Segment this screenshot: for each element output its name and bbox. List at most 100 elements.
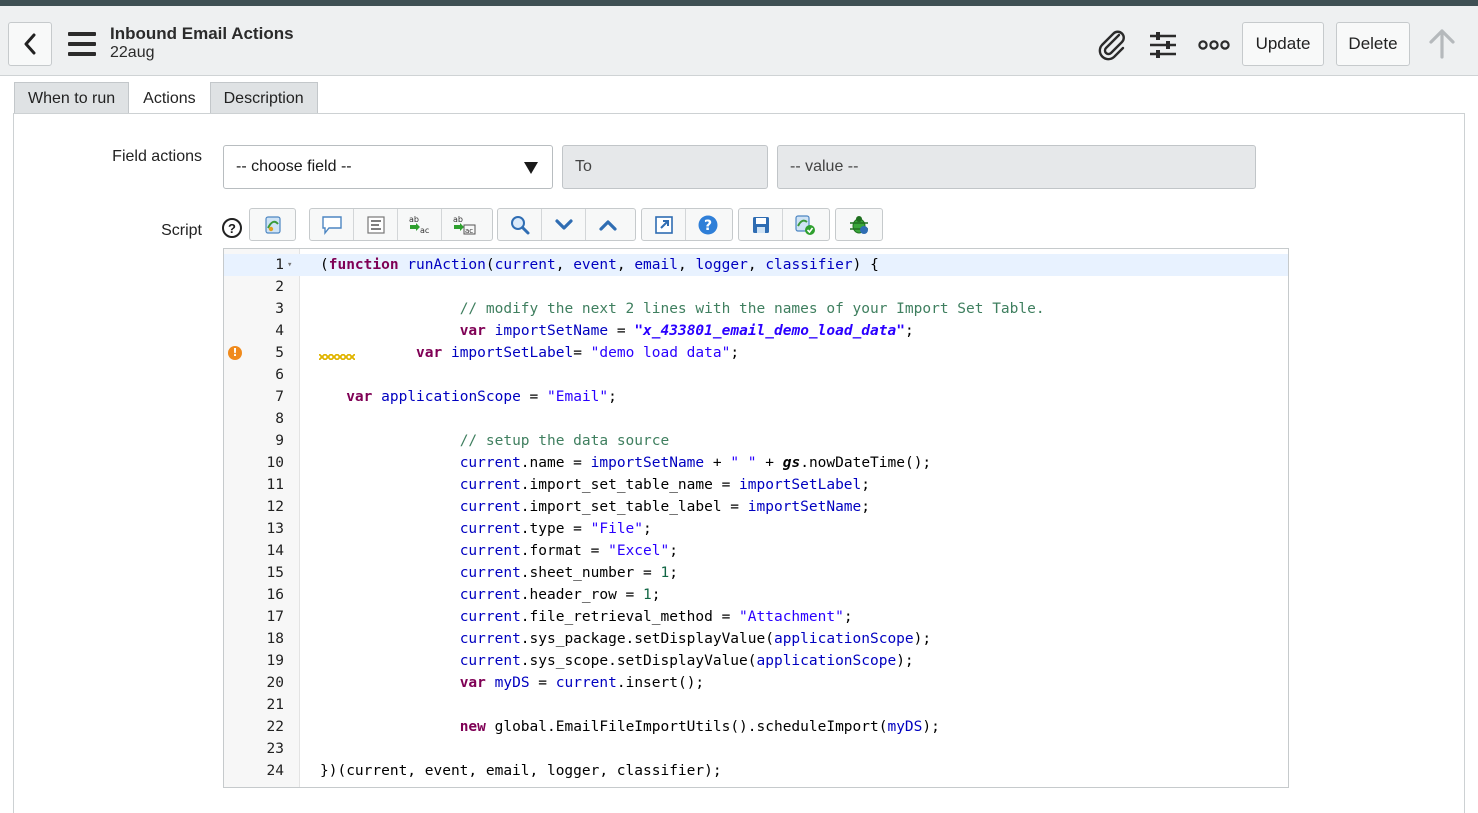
line-number: 24 bbox=[266, 763, 284, 779]
code-line[interactable]: 9 // setup the data source bbox=[224, 430, 1288, 452]
tab-actions[interactable]: Actions bbox=[129, 82, 210, 114]
code-text: (function runAction(current, event, emai… bbox=[320, 257, 879, 273]
toolbar-group-view: ? bbox=[641, 208, 733, 241]
code-text: current.file_retrieval_method = "Attachm… bbox=[459, 609, 853, 625]
line-number: 9 bbox=[275, 433, 284, 449]
update-button[interactable]: Update bbox=[1242, 22, 1324, 66]
code-text: // modify the next 2 lines with the name… bbox=[459, 301, 1045, 317]
code-line[interactable]: 11 current.import_set_table_name = impor… bbox=[224, 474, 1288, 496]
code-line[interactable]: ! 5 var importSetLabel= "demo load data"; bbox=[224, 342, 1288, 364]
svg-text:ac: ac bbox=[465, 227, 473, 235]
line-number: 10 bbox=[266, 455, 284, 471]
code-line[interactable]: 24 })(current, event, email, logger, clas… bbox=[224, 760, 1288, 782]
code-text: var importSetName = "x_433801_email_demo… bbox=[459, 323, 914, 339]
script-include-icon[interactable] bbox=[250, 209, 295, 240]
line-number: 5 bbox=[275, 345, 284, 361]
code-line[interactable]: 2 bbox=[224, 276, 1288, 298]
record-title: Inbound Email Actions bbox=[110, 24, 294, 43]
code-line[interactable]: 3 // modify the next 2 lines with the na… bbox=[224, 298, 1288, 320]
code-text: var myDS = current.insert(); bbox=[459, 675, 705, 691]
code-line[interactable]: 1 ▾ (function runAction(current, event, em… bbox=[224, 254, 1288, 276]
code-line[interactable]: 23 bbox=[224, 738, 1288, 760]
code-line[interactable]: 16 current.header_row = 1; bbox=[224, 584, 1288, 606]
fullscreen-icon[interactable] bbox=[642, 209, 686, 240]
code-line[interactable]: 20 var myDS = current.insert(); bbox=[224, 672, 1288, 694]
find-previous-icon[interactable] bbox=[586, 209, 630, 240]
code-line[interactable]: 6 bbox=[224, 364, 1288, 386]
format-code-icon[interactable] bbox=[354, 209, 398, 240]
code-line[interactable]: 10 current.name = importSetName + " " + … bbox=[224, 452, 1288, 474]
code-line[interactable]: 12 current.import_set_table_label = impo… bbox=[224, 496, 1288, 518]
code-text: current.import_set_table_name = importSe… bbox=[459, 477, 870, 493]
menu-icon[interactable] bbox=[68, 32, 96, 56]
code-line[interactable]: 13 current.type = "File"; bbox=[224, 518, 1288, 540]
code-line[interactable]: 4 var importSetName = "x_433801_email_de… bbox=[224, 320, 1288, 342]
line-number: 4 bbox=[275, 323, 284, 339]
code-line[interactable]: 15 current.sheet_number = 1; bbox=[224, 562, 1288, 584]
toolbar-group-edit: ab ac ab ac bbox=[309, 208, 493, 241]
code-text: var importSetLabel= "demo load data"; bbox=[416, 345, 740, 361]
fold-arrow-icon[interactable]: ▾ bbox=[287, 254, 292, 276]
script-editor[interactable]: 1 ▾ (function runAction(current, event, em… bbox=[223, 248, 1289, 788]
replace-icon[interactable]: ab ac bbox=[398, 209, 442, 240]
line-number: 19 bbox=[266, 653, 284, 669]
code-text: current.type = "File"; bbox=[459, 521, 652, 537]
code-line[interactable]: 21 bbox=[224, 694, 1288, 716]
replace-all-icon[interactable]: ab ac bbox=[442, 209, 486, 240]
back-button[interactable] bbox=[8, 22, 52, 66]
line-number: 3 bbox=[275, 301, 284, 317]
to-field: To bbox=[562, 145, 768, 189]
dropdown-arrow-icon bbox=[524, 162, 538, 174]
form-header: Inbound Email Actions 22aug Update Delet… bbox=[0, 6, 1478, 76]
svg-text:?: ? bbox=[704, 218, 712, 234]
scroll-up-icon[interactable] bbox=[1425, 26, 1459, 60]
toolbar-group-include bbox=[249, 208, 296, 241]
code-text: })(current, event, email, logger, classi… bbox=[320, 763, 722, 779]
code-line[interactable]: 8 bbox=[224, 408, 1288, 430]
save-icon[interactable] bbox=[739, 209, 783, 240]
record-subtitle: 22aug bbox=[110, 44, 155, 61]
svg-text:ab: ab bbox=[453, 215, 463, 224]
script-help-icon[interactable]: ? bbox=[222, 218, 242, 238]
code-line[interactable]: 7 var applicationScope = "Email"; bbox=[224, 386, 1288, 408]
line-number: 7 bbox=[275, 389, 284, 405]
code-text: current.format = "Excel"; bbox=[459, 543, 678, 559]
tab-description[interactable]: Description bbox=[209, 82, 318, 114]
line-number: 6 bbox=[275, 367, 284, 383]
choose-field-select[interactable]: -- choose field -- bbox=[223, 145, 553, 189]
section-tabs: When to run Actions Description bbox=[14, 82, 318, 114]
code-text: current.header_row = 1; bbox=[459, 587, 661, 603]
code-line[interactable]: 17 current.file_retrieval_method = "Atta… bbox=[224, 606, 1288, 628]
code-line[interactable]: 14 current.format = "Excel"; bbox=[224, 540, 1288, 562]
find-next-icon[interactable] bbox=[542, 209, 586, 240]
code-text: current.name = importSetName + " " + gs.… bbox=[459, 455, 932, 471]
line-number: 2 bbox=[275, 279, 284, 295]
delete-button[interactable]: Delete bbox=[1336, 22, 1410, 66]
tab-when-to-run[interactable]: When to run bbox=[14, 82, 130, 114]
debug-icon[interactable] bbox=[836, 209, 882, 240]
value-field[interactable]: -- value -- bbox=[777, 145, 1256, 189]
syntax-check-icon[interactable] bbox=[783, 209, 827, 240]
settings-sliders-icon[interactable] bbox=[1146, 28, 1180, 62]
line-number: 14 bbox=[266, 543, 284, 559]
comment-icon[interactable] bbox=[310, 209, 354, 240]
code-line[interactable]: 19 current.sys_scope.setDisplayValue(app… bbox=[224, 650, 1288, 672]
line-number: 17 bbox=[266, 609, 284, 625]
line-number: 12 bbox=[266, 499, 284, 515]
search-icon[interactable] bbox=[498, 209, 542, 240]
line-number: 20 bbox=[266, 675, 284, 691]
more-icon[interactable] bbox=[1197, 28, 1231, 62]
line-number: 13 bbox=[266, 521, 284, 537]
help-icon[interactable]: ? bbox=[686, 209, 730, 240]
code-text: var applicationScope = "Email"; bbox=[346, 389, 617, 405]
line-number: 21 bbox=[266, 697, 284, 713]
code-text: current.sys_scope.setDisplayValue(applic… bbox=[459, 653, 914, 669]
code-line[interactable]: 18 current.sys_package.setDisplayValue(a… bbox=[224, 628, 1288, 650]
paperclip-icon[interactable] bbox=[1095, 28, 1129, 62]
line-number: 18 bbox=[266, 631, 284, 647]
code-text: // setup the data source bbox=[459, 433, 670, 449]
code-line[interactable]: 22 new global.EmailFileImportUtils().sch… bbox=[224, 716, 1288, 738]
script-label: Script bbox=[161, 222, 202, 239]
toolbar-group-search bbox=[497, 208, 636, 241]
line-number: 23 bbox=[266, 741, 284, 757]
